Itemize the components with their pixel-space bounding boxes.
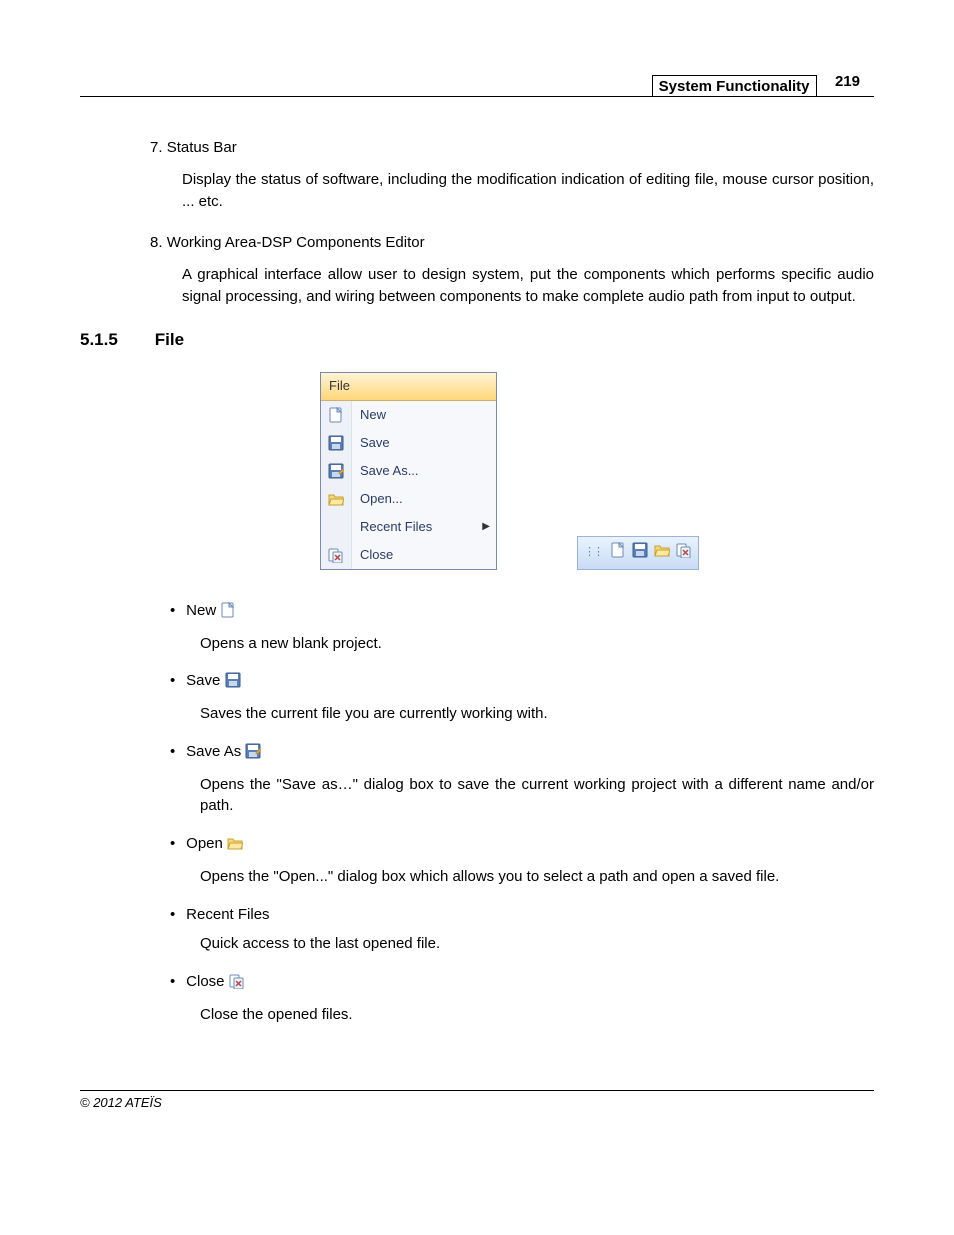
list-item-8-body: A graphical interface allow user to desi… bbox=[150, 264, 874, 308]
close-icon bbox=[676, 542, 692, 558]
bullet-desc: Opens a new blank project. bbox=[200, 633, 874, 655]
menu-item-new[interactable]: New bbox=[321, 401, 496, 429]
bullet-desc: Opens the "Save as…" dialog box to save … bbox=[200, 774, 874, 818]
new-icon bbox=[220, 602, 236, 618]
bullet-open: • Open bbox=[170, 833, 874, 858]
toolbar-close-button[interactable] bbox=[676, 542, 692, 565]
toolbar-grip-icon[interactable]: ⋮⋮ bbox=[584, 545, 602, 561]
submenu-arrow-icon: ▶ bbox=[482, 520, 496, 535]
saveas-icon bbox=[328, 463, 344, 479]
toolbar: ⋮⋮ bbox=[577, 536, 699, 570]
page: System Functionality 219 7. Status Bar D… bbox=[0, 0, 954, 1150]
list-item-7: 7. Status Bar bbox=[150, 137, 874, 159]
menu-item-recent-files[interactable]: Recent Files▶ bbox=[321, 513, 496, 541]
bullet-desc: Opens the "Open..." dialog box which all… bbox=[200, 866, 874, 888]
open-icon bbox=[227, 835, 243, 851]
list-item-7-body: Display the status of software, includin… bbox=[150, 169, 874, 213]
bullet-list: • New Opens a new blank project. • Save S… bbox=[150, 600, 874, 1026]
header-title: System Functionality bbox=[652, 75, 817, 97]
new-icon bbox=[328, 407, 344, 423]
menu-item-close[interactable]: Close bbox=[321, 541, 496, 569]
figures: File NewSaveSave As...Open...Recent File… bbox=[320, 372, 874, 570]
toolbar-new-button[interactable] bbox=[610, 542, 626, 565]
file-menu-head[interactable]: File bbox=[321, 373, 496, 401]
save-icon bbox=[328, 435, 344, 451]
section-heading: 5.1.5 File bbox=[80, 328, 874, 353]
toolbar-open-button[interactable] bbox=[654, 542, 670, 565]
open-icon bbox=[654, 542, 670, 558]
saveas-icon bbox=[245, 743, 261, 759]
new-icon bbox=[610, 542, 626, 558]
bullet-recent-files: • Recent Files bbox=[170, 904, 874, 926]
footer: © 2012 ATEÏS bbox=[80, 1090, 874, 1110]
menu-item-save-as-[interactable]: Save As... bbox=[321, 457, 496, 485]
bullet-desc: Close the opened files. bbox=[200, 1004, 874, 1026]
save-icon bbox=[225, 672, 241, 688]
page-header: System Functionality 219 bbox=[80, 70, 874, 97]
toolbar-save-button[interactable] bbox=[632, 542, 648, 565]
menu-item-save[interactable]: Save bbox=[321, 429, 496, 457]
bullet-desc: Saves the current file you are currently… bbox=[200, 703, 874, 725]
bullet-new: • New bbox=[170, 600, 874, 625]
content: 7. Status Bar Display the status of soft… bbox=[80, 137, 874, 1026]
close-icon bbox=[229, 973, 245, 989]
bullet-save: • Save bbox=[170, 670, 874, 695]
page-number: 219 bbox=[821, 71, 874, 92]
menu-item-open-[interactable]: Open... bbox=[321, 485, 496, 513]
bullet-save-as: • Save As bbox=[170, 741, 874, 766]
bullet-close: • Close bbox=[170, 971, 874, 996]
list-item-8: 8. Working Area-DSP Components Editor bbox=[150, 232, 874, 254]
open-icon bbox=[328, 491, 344, 507]
close-icon bbox=[328, 547, 344, 563]
file-menu: File NewSaveSave As...Open...Recent File… bbox=[320, 372, 497, 570]
bullet-desc: Quick access to the last opened file. bbox=[200, 933, 874, 955]
save-icon bbox=[632, 542, 648, 558]
